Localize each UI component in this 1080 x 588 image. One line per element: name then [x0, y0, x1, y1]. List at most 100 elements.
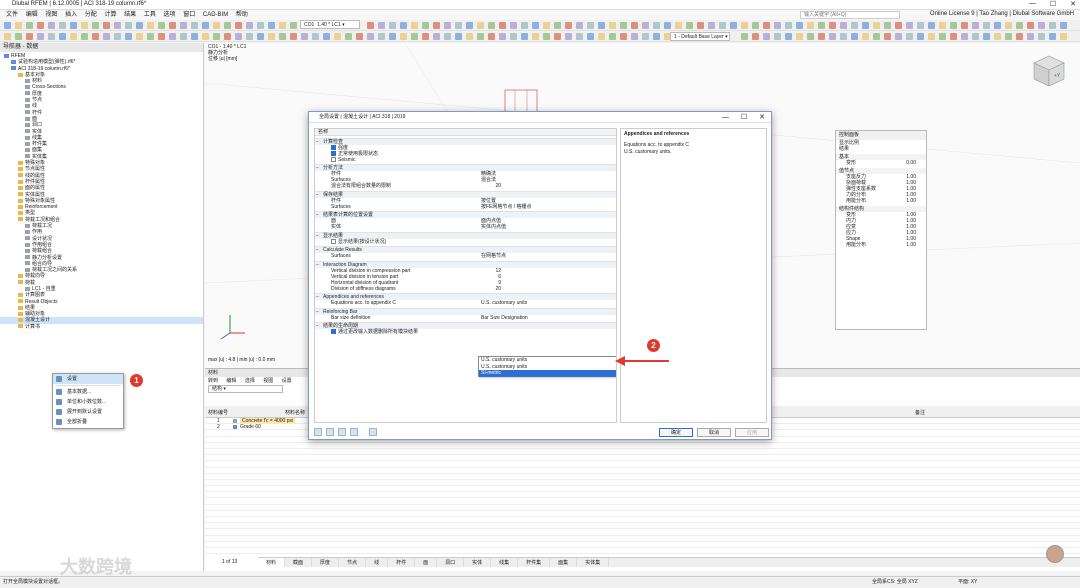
dropdown-option-si[interactable]: SI-metric [479, 370, 616, 377]
checkbox[interactable] [331, 329, 336, 334]
settings-group-header[interactable]: Interaction Diagram [315, 260, 616, 268]
paste-icon[interactable] [350, 428, 358, 436]
toolbar-tool-icon[interactable] [169, 33, 176, 40]
toolbar-tool-icon[interactable] [873, 22, 880, 29]
toolbar-tool-icon[interactable] [444, 33, 451, 40]
toolbar-tool-icon[interactable] [620, 33, 627, 40]
toolbar-tool-icon[interactable] [114, 33, 121, 40]
toolbar-tool-icon[interactable] [48, 33, 55, 40]
checkbox[interactable] [331, 238, 336, 244]
toolbar-tool-icon[interactable] [972, 33, 979, 40]
table-tab[interactable]: 杆件 [388, 558, 416, 567]
menu-calculate[interactable]: 计算 [104, 10, 116, 20]
toolbar-tool-icon[interactable] [752, 33, 759, 40]
toolbar-tool-icon[interactable] [686, 22, 693, 29]
table-tab[interactable]: 实体 [464, 558, 492, 567]
toolbar-tool-icon[interactable] [763, 22, 770, 29]
toolbar-tool-icon[interactable] [180, 22, 187, 29]
cancel-button[interactable]: 取消 [697, 428, 731, 437]
toolbar-tool-icon[interactable] [664, 22, 671, 29]
toolbar-tool-icon[interactable] [279, 22, 286, 29]
toolbar-tool-icon[interactable] [554, 33, 561, 40]
minimize-button[interactable]: — [1029, 0, 1036, 8]
toolbar-tool-icon[interactable] [862, 22, 869, 29]
checkbox[interactable] [331, 150, 336, 156]
settings-row[interactable]: Seismic [315, 156, 616, 163]
toolbar-tool-icon[interactable] [136, 33, 143, 40]
toolbar-tool-icon[interactable] [609, 33, 616, 40]
settings-row[interactable]: 显示结果(按设计状况) [315, 238, 616, 245]
maximize-button[interactable]: ☐ [1050, 0, 1056, 8]
toolbar-tool-icon[interactable] [532, 22, 539, 29]
toolbar-tool-icon[interactable] [235, 33, 242, 40]
menu-help[interactable]: 帮助 [236, 10, 248, 20]
toolbar-tool-icon[interactable] [510, 22, 517, 29]
toolbar-tool-icon[interactable] [840, 22, 847, 29]
toolbar-tool-icon[interactable] [730, 22, 737, 29]
menu-window[interactable]: 窗口 [183, 10, 195, 20]
settings-group-header[interactable]: 结果表计算的位置设置 [315, 211, 616, 218]
toolbar-tool-icon[interactable] [488, 33, 495, 40]
toolbar-tool-icon[interactable] [1049, 22, 1056, 29]
toolbar-tool-icon[interactable] [862, 33, 869, 40]
toolbar-tool-icon[interactable] [950, 22, 957, 29]
toolbar-tool-icon[interactable] [37, 33, 44, 40]
dialog-minimize-button[interactable]: — [722, 112, 729, 123]
toolbar-tool-icon[interactable] [125, 22, 132, 29]
apply-button[interactable]: 应用 [735, 428, 769, 437]
toolbar-tool-icon[interactable] [422, 33, 429, 40]
toolbar-tool-icon[interactable] [334, 33, 341, 40]
toolbar-tool-icon[interactable] [1016, 22, 1023, 29]
copy-icon[interactable] [338, 428, 346, 436]
toolbar-tool-icon[interactable] [191, 22, 198, 29]
toolbar-tool-icon[interactable] [422, 22, 429, 29]
toolbar-tool-icon[interactable] [345, 33, 352, 40]
toolbar-tool-icon[interactable] [829, 33, 836, 40]
layer-combo[interactable]: 1 - Default Base Layer ▾ [670, 32, 730, 41]
table-tab[interactable]: 截面 [285, 558, 313, 567]
toolbar-tool-icon[interactable] [939, 33, 946, 40]
toolbar-tool-icon[interactable] [906, 33, 913, 40]
close-button[interactable]: ✕ [1070, 0, 1076, 8]
settings-value[interactable]: 20 [475, 286, 501, 292]
control-row[interactable]: 用能分布 1.00 [836, 198, 926, 204]
ctx-collapse-all[interactable]: 全部折叠 [53, 417, 123, 427]
toolbar-tool-icon[interactable] [246, 33, 253, 40]
toolbar-tool-icon[interactable] [411, 33, 418, 40]
menu-results[interactable]: 结果 [124, 10, 136, 20]
toolbar-tool-icon[interactable] [26, 22, 33, 29]
toolbar-tool-icon[interactable] [1005, 22, 1012, 29]
table-tab[interactable]: 杆件集 [518, 558, 551, 567]
toolbar-tool-icon[interactable] [312, 33, 319, 40]
toolbar-tool-icon[interactable] [103, 33, 110, 40]
toolbar-tool-icon[interactable] [1060, 22, 1067, 29]
toolbar-tool-icon[interactable] [290, 33, 297, 40]
toolbar-tool-icon[interactable] [906, 22, 913, 29]
table-tab[interactable]: 材料 [258, 558, 286, 567]
table-pager[interactable]: 1 of 13 [222, 559, 237, 565]
toolbar-tool-icon[interactable] [1060, 33, 1067, 40]
toolbar-tool-icon[interactable] [587, 33, 594, 40]
toolbar-tool-icon[interactable] [235, 22, 242, 29]
default-icon[interactable] [369, 428, 377, 436]
toolbar-tool-icon[interactable] [411, 22, 418, 29]
toolbar-tool-icon[interactable] [268, 33, 275, 40]
toolbar-tool-icon[interactable] [213, 33, 220, 40]
toolbar-tool-icon[interactable] [983, 33, 990, 40]
toolbar-tool-icon[interactable] [70, 22, 77, 29]
toolbar-tool-icon[interactable] [323, 33, 330, 40]
toolbar-tool-icon[interactable] [1027, 33, 1034, 40]
toolbar-tool-icon[interactable] [796, 33, 803, 40]
toolbar-tool-icon[interactable] [92, 22, 99, 29]
toolbar-tool-icon[interactable] [994, 33, 1001, 40]
toolbar-tool-icon[interactable] [565, 33, 572, 40]
toolbar-tool-icon[interactable] [48, 22, 55, 29]
toolbar-tool-icon[interactable] [631, 33, 638, 40]
toolbar-tool-icon[interactable] [290, 22, 297, 29]
toolbar-tool-icon[interactable] [917, 22, 924, 29]
toolbar-tool-icon[interactable] [719, 22, 726, 29]
toolbar-tool-icon[interactable] [928, 22, 935, 29]
settings-value[interactable]: 在网格节点 [481, 253, 506, 259]
ctx-base-data[interactable]: 基本数据... [53, 387, 123, 397]
toolbar-tool-icon[interactable] [840, 33, 847, 40]
